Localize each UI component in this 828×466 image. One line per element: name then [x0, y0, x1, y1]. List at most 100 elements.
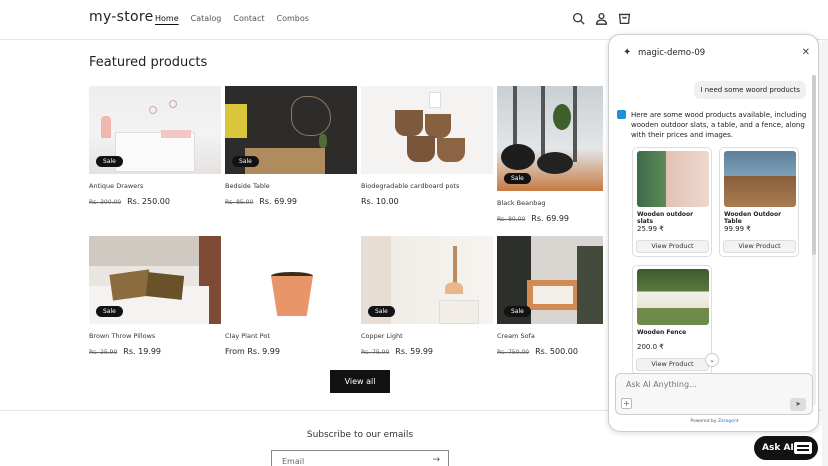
product-price: Rs. 80.00 Rs. 69.99	[497, 214, 603, 223]
close-icon[interactable]: ✕	[802, 47, 810, 58]
old-price: Rs. 75.00	[361, 349, 390, 356]
sparkle-icon: ✦	[623, 47, 632, 58]
page-scrollbar[interactable]	[822, 40, 828, 466]
product-card[interactable]: Biodegradable cardboard pots Rs. 10.00	[361, 86, 493, 206]
suggestion-name: Wooden Fence	[637, 329, 687, 336]
chevron-down-icon[interactable]: ⌄	[705, 353, 719, 367]
product-image[interactable]: Sale	[89, 86, 221, 174]
keyboard-icon	[794, 442, 812, 454]
bot-message: Here are some wood products available, i…	[631, 111, 807, 139]
product-price: Rs. 85.00 Rs. 69.99	[225, 197, 357, 206]
chat-input-placeholder: Ask AI Anything...	[626, 380, 697, 389]
powered-by-label: Powered by	[690, 419, 717, 424]
sale-badge: Sale	[232, 156, 259, 167]
product-price: From Rs. 9.99	[225, 347, 357, 356]
sale-price: Rs. 69.99	[259, 197, 298, 206]
account-icon[interactable]	[595, 12, 608, 25]
view-product-button[interactable]: View Product	[723, 240, 796, 253]
product-price: Rs. 750.00 Rs. 500.00	[497, 347, 603, 356]
view-product-button[interactable]: View Product	[636, 240, 709, 253]
nav-catalog[interactable]: Catalog	[191, 14, 222, 23]
product-name[interactable]: Biodegradable cardboard pots	[361, 182, 493, 190]
product-thumbnail[interactable]	[724, 151, 796, 207]
sale-badge: Sale	[96, 306, 123, 317]
old-price: Rs. 750.00	[497, 349, 530, 356]
product-image[interactable]	[361, 86, 493, 174]
chat-input[interactable]: Ask AI Anything... + ➤	[615, 373, 813, 415]
section-title: Featured products	[89, 55, 208, 70]
product-card[interactable]: Sale Cream Sofa Rs. 750.00 Rs. 500.00	[497, 236, 603, 356]
suggestion-name: Wooden outdoor slats	[637, 211, 694, 225]
ask-ai-button[interactable]: Ask AI	[754, 436, 818, 460]
product-suggestion-card[interactable]: Wooden Outdoor Table 99.99 ₹ View Produc…	[719, 147, 799, 257]
search-icon[interactable]	[572, 12, 585, 25]
store-logo[interactable]: my-store	[89, 9, 154, 25]
product-image[interactable]	[225, 236, 357, 324]
nav-combos[interactable]: Combos	[276, 14, 308, 23]
powered-brand[interactable]: Zerogent	[718, 419, 739, 424]
main-nav: Home Catalog Contact Combos	[155, 14, 309, 23]
suggestion-price: 200.0 ₹	[637, 343, 664, 351]
product-image[interactable]: Sale	[225, 86, 357, 174]
product-suggestion-card[interactable]: Wooden outdoor slats 25.99 ₹ View Produc…	[632, 147, 712, 257]
cart-icon[interactable]	[618, 12, 631, 25]
chat-scrollbar[interactable]	[812, 75, 816, 405]
subscribe-heading: Subscribe to our emails	[306, 430, 414, 440]
product-thumbnail[interactable]	[637, 269, 709, 325]
arrow-right-icon[interactable]: →	[432, 455, 440, 465]
email-field[interactable]: Email →	[271, 450, 449, 466]
chat-widget: ✦ magic-demo-09 ✕ I need some woord prod…	[608, 34, 819, 432]
sale-price: Rs. 19.99	[123, 347, 162, 356]
product-card[interactable]: Clay Plant Pot From Rs. 9.99	[225, 236, 357, 356]
product-name[interactable]: Brown Throw Pillows	[89, 332, 221, 340]
powered-by: Powered by Zerogent	[609, 419, 818, 424]
product-card[interactable]: Sale Antique Drawers Rs. 300.00 Rs. 250.0…	[89, 86, 221, 206]
view-all-button[interactable]: View all	[330, 370, 390, 393]
suggestion-price: 25.99 ₹	[637, 225, 664, 233]
old-price: Rs. 25.99	[89, 349, 118, 356]
product-name[interactable]: Clay Plant Pot	[225, 332, 357, 340]
regular-price: Rs. 10.00	[361, 197, 399, 206]
product-card[interactable]: Sale Bedside Table Rs. 85.00 Rs. 69.99	[225, 86, 357, 206]
suggestion-name: Wooden Outdoor Table	[724, 211, 782, 225]
product-price: Rs. 10.00	[361, 197, 493, 206]
product-price: Rs. 75.00 Rs. 59.99	[361, 347, 493, 356]
bot-icon	[617, 110, 626, 119]
user-message: I need some woord products	[694, 81, 806, 99]
suggestion-price: 99.99 ₹	[724, 225, 751, 233]
product-name[interactable]: Bedside Table	[225, 182, 357, 190]
product-name[interactable]: Copper Light	[361, 332, 493, 340]
old-price: Rs. 80.00	[497, 216, 526, 223]
nav-contact[interactable]: Contact	[233, 14, 264, 23]
old-price: Rs. 300.00	[89, 199, 122, 206]
product-card[interactable]: Sale Black Beanbag Rs. 80.00 Rs. 69.99	[497, 86, 603, 223]
sale-badge: Sale	[504, 173, 531, 184]
old-price: Rs. 85.00	[225, 199, 254, 206]
chat-title: magic-demo-09	[638, 48, 706, 58]
product-thumbnail[interactable]	[637, 151, 709, 207]
header-icons	[572, 12, 631, 25]
page: my-store Home Catalog Contact Combos Fea…	[0, 0, 828, 466]
sale-badge: Sale	[368, 306, 395, 317]
view-product-button[interactable]: View Product	[636, 358, 709, 371]
product-image[interactable]: Sale	[497, 86, 603, 191]
send-icon[interactable]: ➤	[790, 398, 806, 411]
product-name[interactable]: Cream Sofa	[497, 332, 603, 340]
product-image[interactable]: Sale	[89, 236, 221, 324]
product-image[interactable]: Sale	[497, 236, 603, 324]
sale-badge: Sale	[96, 156, 123, 167]
plus-icon[interactable]: +	[621, 398, 632, 409]
product-name[interactable]: Black Beanbag	[497, 199, 603, 207]
ask-ai-label: Ask AI	[762, 443, 794, 453]
sale-price: Rs. 250.00	[127, 197, 170, 206]
product-price: Rs. 25.99 Rs. 19.99	[89, 347, 221, 356]
product-image[interactable]: Sale	[361, 236, 493, 324]
chat-header: ✦ magic-demo-09 ✕	[609, 35, 818, 71]
email-placeholder: Email	[282, 457, 305, 466]
product-card[interactable]: Sale Copper Light Rs. 75.00 Rs. 59.99	[361, 236, 493, 356]
product-card[interactable]: Sale Brown Throw Pillows Rs. 25.99 Rs. 19…	[89, 236, 221, 356]
nav-home[interactable]: Home	[155, 14, 179, 23]
product-suggestion-card[interactable]: Wooden Fence 200.0 ₹ View Product	[632, 265, 712, 375]
product-name[interactable]: Antique Drawers	[89, 182, 221, 190]
sale-badge: Sale	[504, 306, 531, 317]
